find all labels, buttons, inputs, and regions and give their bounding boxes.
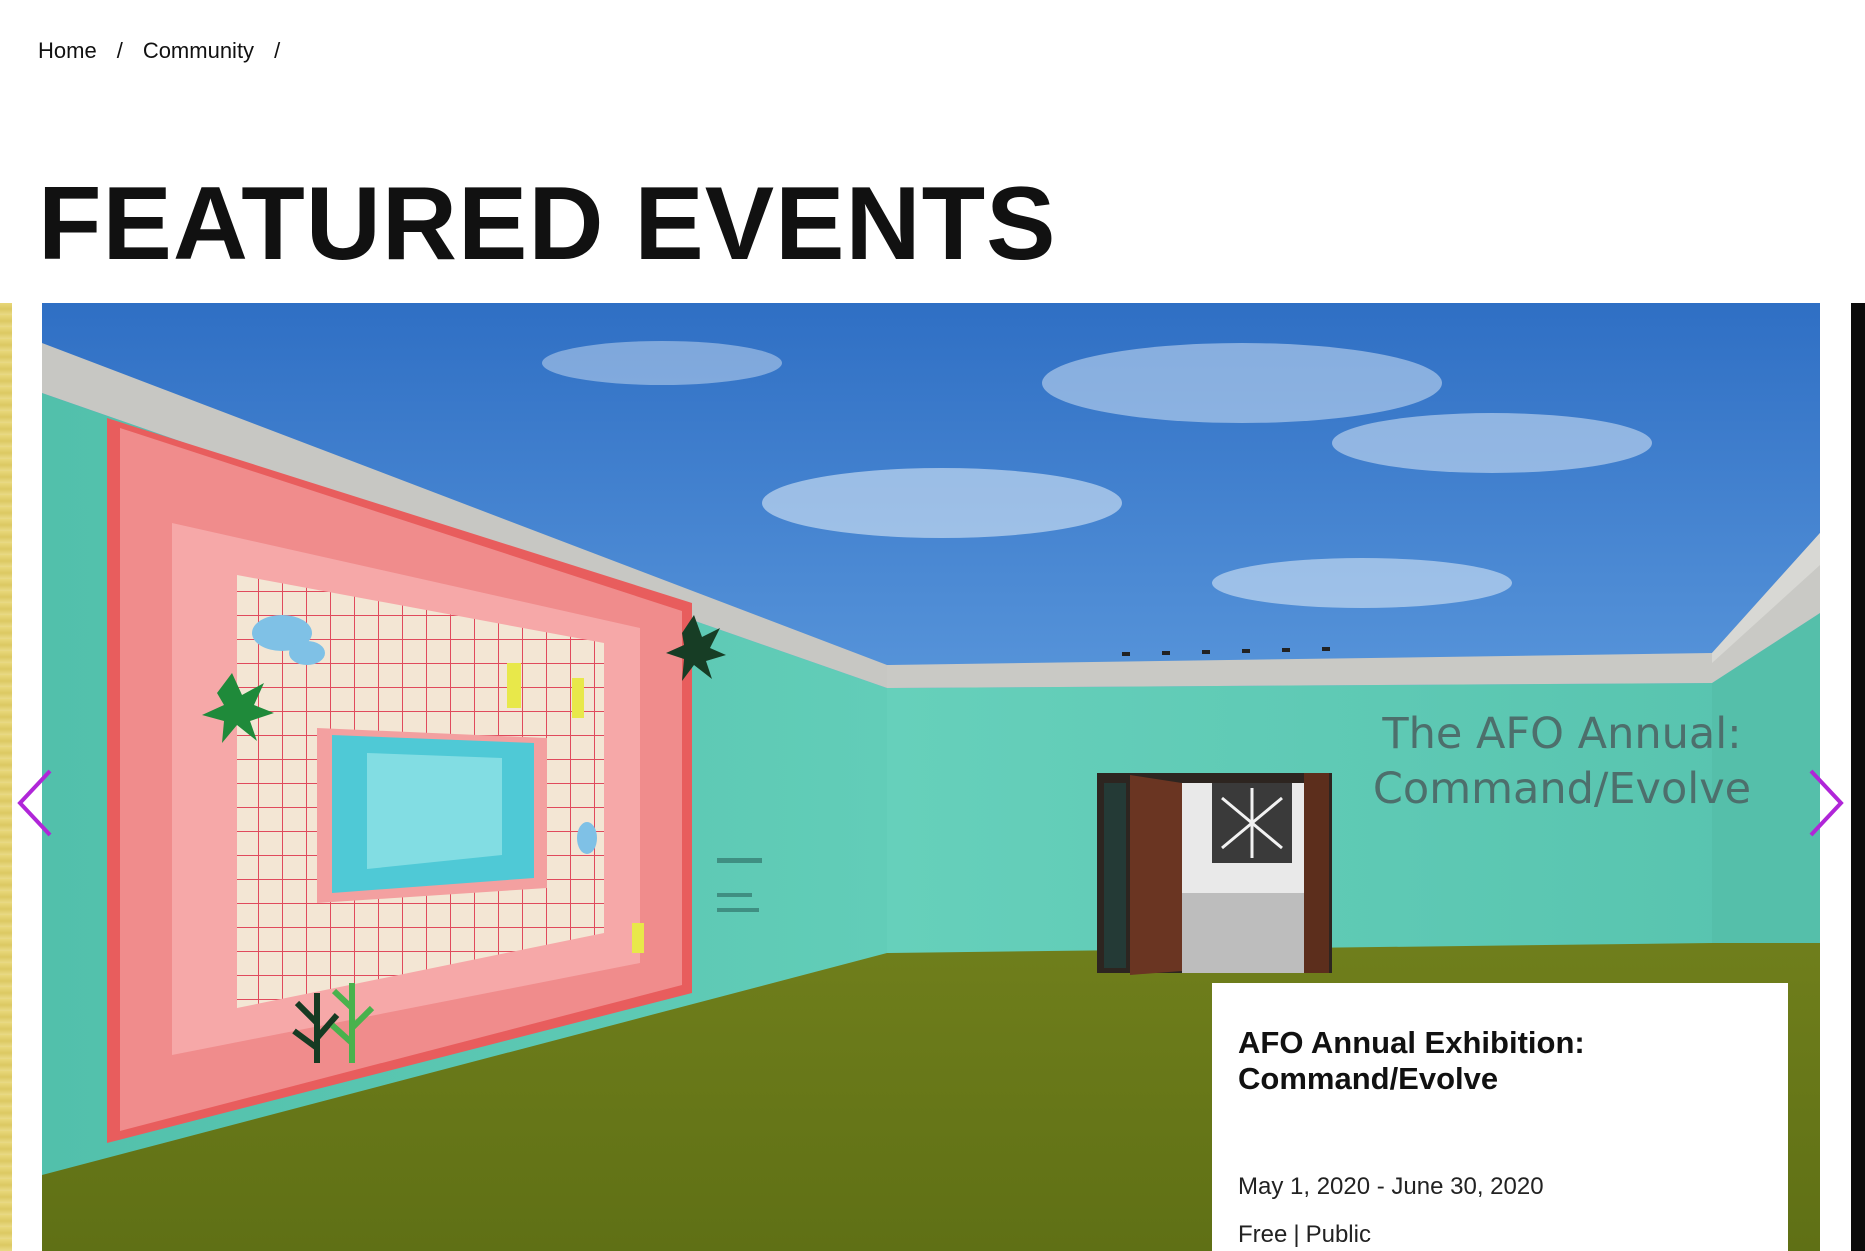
event-meta-divider: | xyxy=(1293,1221,1300,1248)
event-price: Free xyxy=(1238,1221,1288,1248)
featured-events-carousel: The AFO Annual: Command/Evolve AFO Annua… xyxy=(0,303,1865,1251)
next-slide-peek xyxy=(1851,303,1865,1251)
breadcrumb-community-link[interactable]: Community xyxy=(143,38,254,64)
chevron-right-icon xyxy=(1809,769,1844,837)
carousel-prev-button[interactable] xyxy=(14,763,58,843)
breadcrumb-separator: / xyxy=(274,38,281,63)
wall-sign-line: The AFO Annual: xyxy=(1382,709,1742,759)
carousel-slide[interactable]: The AFO Annual: Command/Evolve AFO Annua… xyxy=(42,303,1820,1251)
featured-events-heading: FEATURED EVENTS xyxy=(38,166,1057,282)
chevron-left-icon xyxy=(17,769,52,837)
event-audience: Public xyxy=(1305,1221,1371,1248)
event-date: May 1, 2020 - June 30, 2020 xyxy=(1238,1173,1544,1200)
previous-slide-peek xyxy=(0,303,12,1251)
breadcrumb-home-link[interactable]: Home xyxy=(38,38,97,64)
event-meta: Free | Public xyxy=(1238,1221,1762,1249)
breadcrumb-separator: / xyxy=(116,38,123,63)
wall-sign-text: The AFO Annual: Command/Evolve xyxy=(1332,707,1792,817)
wall-sign-line: Command/Evolve xyxy=(1372,764,1752,814)
breadcrumb: Home / Community / xyxy=(38,38,300,64)
carousel-next-button[interactable] xyxy=(1803,763,1847,843)
event-card[interactable]: AFO Annual Exhibition: Command/Evolve Ma… xyxy=(1212,983,1788,1251)
event-title[interactable]: AFO Annual Exhibition: Command/Evolve xyxy=(1238,1025,1658,1097)
